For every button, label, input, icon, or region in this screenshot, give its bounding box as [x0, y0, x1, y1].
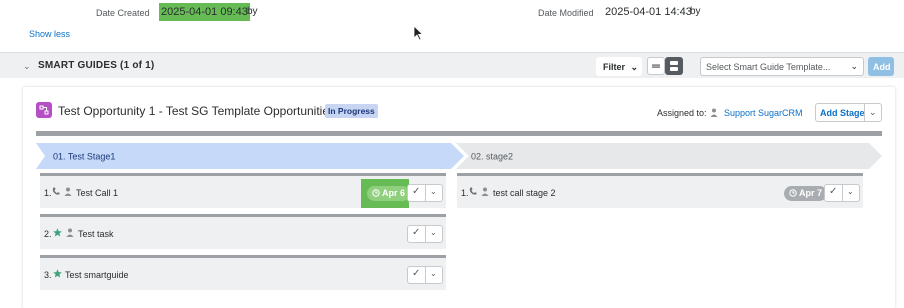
list-view-toggle[interactable] [647, 57, 665, 75]
task-name[interactable]: test call stage 2 [493, 188, 556, 198]
assigned-user-name: Support SugarCRM [724, 108, 803, 118]
task-dropdown-icon[interactable]: ⌄ [430, 187, 437, 196]
add-stage-divider [864, 104, 865, 121]
stage-1-label: 01. Test Stage1 [53, 152, 115, 162]
task-actions-divider [842, 185, 843, 201]
add-stage-label: Add Stage [820, 108, 865, 118]
task-dropdown-icon[interactable]: ⌄ [430, 269, 437, 278]
status-badge: In Progress [325, 104, 378, 118]
task-actions: ✓ ⌄ [407, 184, 443, 202]
due-date-text: Apr 7 [799, 188, 823, 198]
filter-chevron-icon: ⌄ [630, 62, 639, 72]
task-name[interactable]: Test smartguide [65, 270, 129, 280]
date-modified-value: 2025-04-01 14:43 [605, 6, 692, 18]
guide-title[interactable]: Test Opportunity 1 - Test SG Template Op… [58, 104, 335, 118]
task-name[interactable]: Test Call 1 [76, 188, 118, 198]
date-modified-label: Date Modified [538, 8, 594, 18]
task-actions: ✓ ⌄ [407, 225, 443, 243]
due-date-text: Apr 6 [382, 188, 406, 198]
add-guide-button[interactable]: Add [868, 57, 894, 76]
smart-guides-header: ⌄ SMART GUIDES (1 of 1) Filter ⌄ Select … [0, 52, 904, 78]
user-icon [481, 187, 489, 196]
smart-guide-icon [36, 102, 52, 118]
task-row[interactable]: 2. Test task ✓ ⌄ [40, 214, 446, 249]
show-less-link[interactable]: Show less [29, 29, 70, 39]
assigned-user-link[interactable]: Support SugarCRM [710, 108, 803, 118]
record-dates-row: Date Created 2025-04-01 09:43 by Date Mo… [0, 0, 904, 24]
add-stage-button[interactable]: Add Stage ⌄ [815, 103, 882, 122]
minus-lines-icon [652, 64, 660, 68]
assigned-to-label: Assigned to: [657, 108, 707, 118]
smart-guide-card: Test Opportunity 1 - Test SG Template Op… [23, 87, 895, 308]
task-actions-divider [425, 185, 426, 201]
complete-check-icon[interactable]: ✓ [412, 227, 420, 238]
select-chevron-icon: ⌄ [850, 61, 858, 71]
card-view-toggle[interactable] [665, 57, 683, 75]
star-icon [53, 269, 62, 278]
user-icon [64, 187, 72, 196]
date-created-by: by [247, 6, 258, 17]
task-dropdown-icon[interactable]: ⌄ [847, 187, 854, 196]
task-actions: ✓ ⌄ [824, 184, 860, 202]
clock-icon [789, 189, 797, 197]
task-number: 2. [44, 229, 52, 239]
phone-icon [469, 187, 477, 195]
collapse-chevron-icon[interactable]: ⌄ [23, 61, 31, 72]
stage-2-label: 02. stage2 [471, 152, 513, 162]
user-icon [66, 228, 74, 237]
stage-2-chevron[interactable] [456, 143, 882, 169]
phone-icon [52, 187, 60, 195]
smart-guides-title: SMART GUIDES (1 of 1) [38, 60, 155, 71]
task-name[interactable]: Test task [78, 229, 114, 239]
stage-strip: 01. Test Stage1 02. stage2 [36, 143, 882, 169]
date-modified-by: by [690, 6, 701, 17]
mouse-cursor-icon [413, 25, 423, 41]
smart-guide-template-select[interactable]: Select Smart Guide Template... ⌄ [700, 57, 864, 76]
guide-progress-bar [36, 131, 882, 136]
task-actions: ✓ ⌄ [407, 266, 443, 284]
complete-check-icon[interactable]: ✓ [829, 186, 837, 197]
clock-icon [372, 189, 380, 197]
task-number: 3. [44, 270, 52, 280]
task-number: 1. [44, 188, 52, 198]
task-row[interactable]: 1. Test Call 1 Apr 6 ✓ ⌄ [40, 173, 446, 208]
add-stage-chevron-icon[interactable]: ⌄ [869, 107, 877, 118]
filter-button[interactable]: Filter ⌄ [596, 57, 642, 76]
complete-check-icon[interactable]: ✓ [412, 268, 420, 279]
filter-label: Filter [603, 62, 626, 72]
task-actions-divider [425, 267, 426, 283]
due-date-badge: Apr 7 [784, 186, 828, 201]
card-view-icon [670, 61, 678, 71]
task-dropdown-icon[interactable]: ⌄ [430, 228, 437, 237]
date-created-label: Date Created [96, 8, 150, 18]
task-row[interactable]: 1. test call stage 2 Apr 7 ✓ ⌄ [457, 173, 863, 208]
template-select-placeholder: Select Smart Guide Template... [706, 62, 831, 72]
due-date-badge: Apr 6 [367, 186, 411, 201]
star-icon [53, 228, 62, 237]
user-icon [710, 108, 718, 117]
complete-check-icon[interactable]: ✓ [412, 186, 420, 197]
task-row[interactable]: 3. Test smartguide ✓ ⌄ [40, 255, 446, 290]
task-actions-divider [425, 226, 426, 242]
date-created-value: 2025-04-01 09:43 [159, 3, 250, 21]
task-number: 1. [461, 188, 469, 198]
